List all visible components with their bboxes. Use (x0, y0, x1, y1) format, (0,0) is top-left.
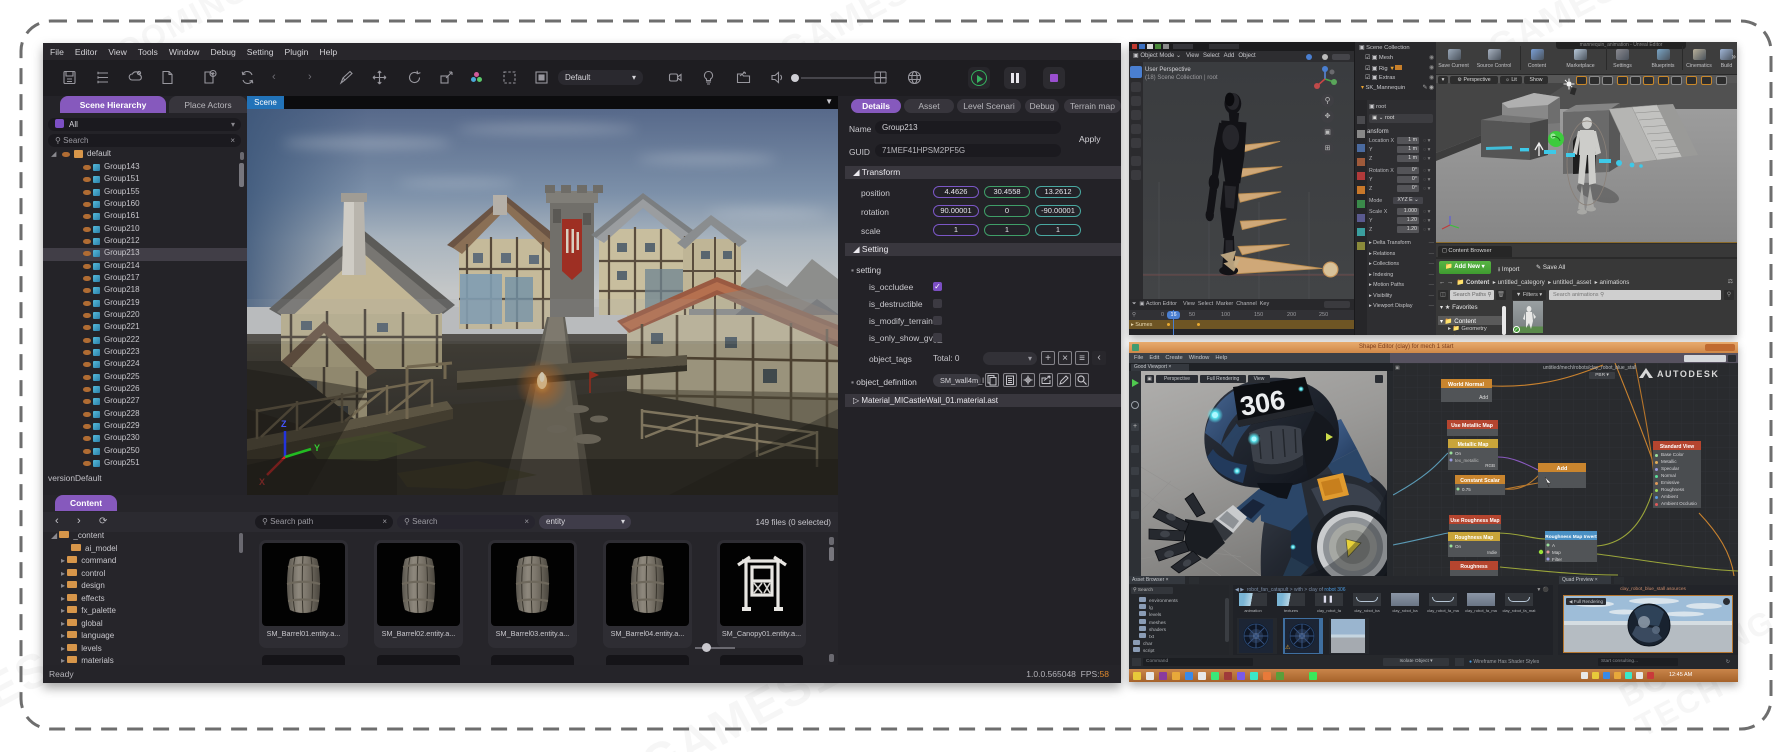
svg-text:Roughness: Roughness (1460, 564, 1487, 570)
svg-text:Add: Add (1557, 466, 1568, 472)
svg-text:Constant Scalar: Constant Scalar (1460, 478, 1500, 484)
svg-text:Use Roughness Map: Use Roughness Map (1450, 518, 1499, 524)
svg-text:RGB: RGB (1485, 463, 1495, 468)
svg-text:Filter: Filter (1552, 557, 1563, 562)
svg-text:World Normal: World Normal (1448, 382, 1484, 388)
svg-text:On: On (1455, 544, 1462, 549)
svg-text:A: A (1552, 543, 1555, 548)
svg-text:Use Metallic Map: Use Metallic Map (1451, 423, 1493, 429)
svg-text:Roughness Map: Roughness Map (1455, 535, 1494, 541)
svg-text:Roughness Map Invert: Roughness Map Invert (1545, 534, 1597, 540)
svg-text:Standard View: Standard View (1660, 444, 1694, 450)
svg-text:AUTODESK: AUTODESK (1657, 369, 1719, 379)
svg-text:Indie: Indie (1487, 550, 1497, 555)
svg-text:0.75: 0.75 (1462, 487, 1471, 492)
svg-text:Y: Y (314, 443, 320, 453)
svg-text:Add: Add (1479, 395, 1488, 401)
svg-text:Map: Map (1552, 550, 1561, 555)
svg-text:On: On (1455, 451, 1462, 456)
svg-text:tex_metallic: tex_metallic (1455, 458, 1480, 463)
svg-text:Z: Z (281, 419, 287, 429)
svg-text:Metallic Map: Metallic Map (1458, 442, 1489, 448)
